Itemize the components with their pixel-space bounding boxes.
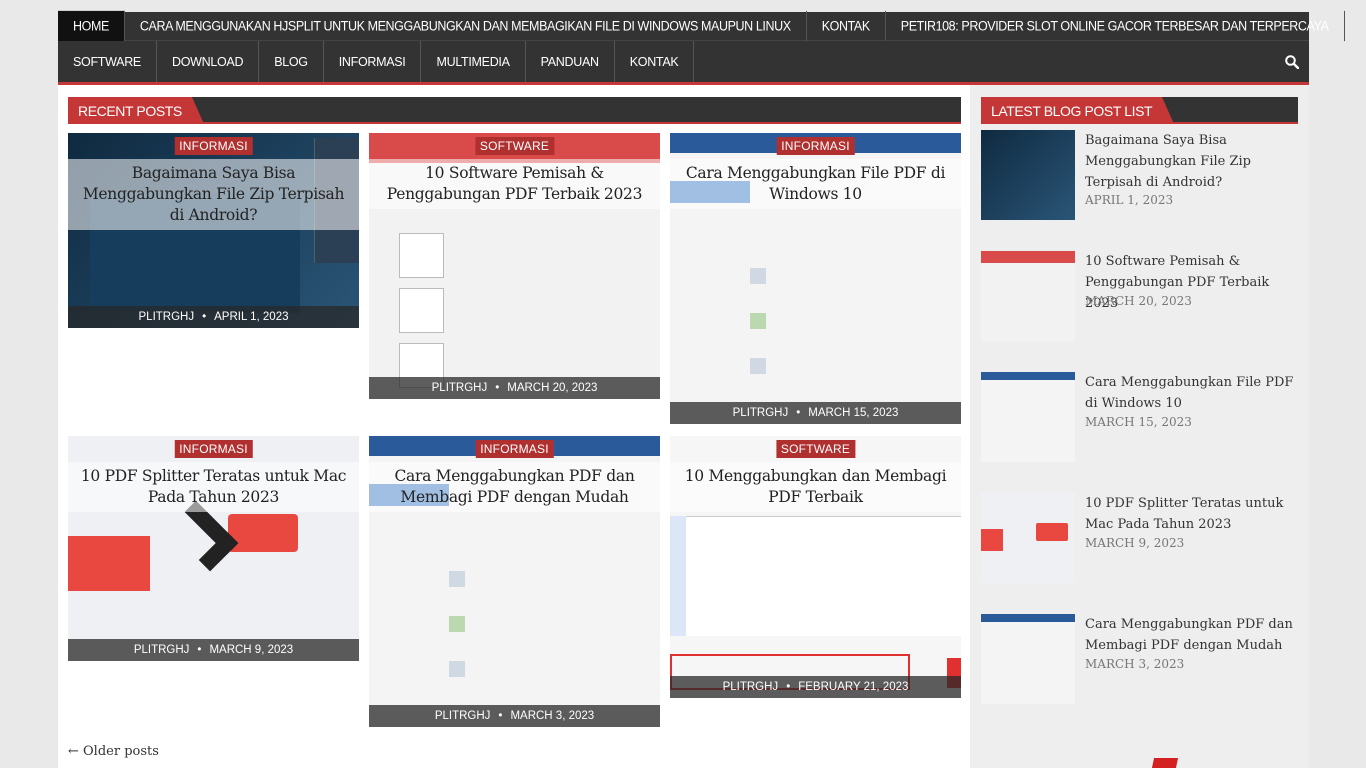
sidebar-post-title[interactable]: Cara Menggabungkan PDF dan Membagi PDF d… [1085, 614, 1300, 656]
post-author[interactable]: PLITRGHJ [139, 311, 195, 323]
sidebar-post-thumbnail[interactable] [981, 372, 1075, 462]
main-navigation: SOFTWARE DOWNLOAD BLOG INFORMASI MULTIME… [58, 41, 1309, 85]
post-date: MARCH 15, 2023 [808, 407, 899, 419]
topnav-petir108[interactable]: PETIR108: PROVIDER SLOT ONLINE GACOR TER… [886, 10, 1345, 42]
post-author[interactable]: PLITRGHJ [733, 407, 789, 419]
nav-multimedia[interactable]: MULTIMEDIA [421, 41, 526, 82]
post-title[interactable]: 10 Software Pemisah & Penggabungan PDF T… [369, 159, 660, 209]
nav-download[interactable]: DOWNLOAD [157, 41, 260, 82]
post-author[interactable]: PLITRGHJ [432, 382, 488, 394]
post-title[interactable]: 10 PDF Splitter Teratas untuk Mac Pada T… [68, 462, 359, 512]
post-category-badge[interactable]: INFORMASI [475, 440, 554, 458]
meta-separator: • [498, 710, 503, 722]
post-title[interactable]: Cara Menggabungkan PDF dan Membagi PDF d… [369, 462, 660, 512]
meta-separator: • [197, 644, 202, 656]
post-date: APRIL 1, 2023 [214, 311, 289, 323]
post-meta: PLITRGHJ • FEBRUARY 21, 2023 [670, 676, 961, 698]
nav-blog[interactable]: BLOG [259, 41, 324, 82]
nav-software[interactable]: SOFTWARE [58, 41, 157, 82]
sidebar-post[interactable]: 10 Software Pemisah & Penggabungan PDF T… [981, 251, 1298, 341]
sidebar-post-title[interactable]: 10 PDF Splitter Teratas untuk Mac Pada T… [1085, 493, 1300, 535]
sidebar-post-date: MARCH 3, 2023 [1085, 657, 1185, 671]
post-category-badge[interactable]: INFORMASI [174, 440, 253, 458]
top-navigation: HOME CARA MENGGUNAKAN HJSPLIT UNTUK MENG… [58, 10, 1345, 42]
post-date: MARCH 20, 2023 [507, 382, 598, 394]
sidebar-post-thumbnail[interactable] [981, 130, 1075, 220]
sidebar: LATEST BLOG POST LIST Bagaimana Saya Bis… [970, 85, 1309, 768]
post-date: FEBRUARY 21, 2023 [798, 681, 909, 693]
post-title[interactable]: 10 Menggabungkan dan Membagi PDF Terbaik [670, 462, 961, 512]
post-card[interactable]: SOFTWARE 10 Software Pemisah & Penggabun… [369, 133, 660, 399]
sidebar-post-thumbnail[interactable] [981, 493, 1075, 583]
sidebar-title: LATEST BLOG POST LIST [981, 97, 1175, 124]
topnav-home[interactable]: HOME [58, 10, 125, 42]
post-card[interactable]: INFORMASI Cara Menggabungkan File PDF di… [670, 133, 961, 424]
nav-informasi[interactable]: INFORMASI [324, 41, 422, 82]
sidebar-post-title[interactable]: Bagaimana Saya Bisa Menggabungkan File Z… [1085, 130, 1300, 193]
search-icon[interactable] [1285, 55, 1299, 69]
sidebar-post-date: MARCH 20, 2023 [1085, 294, 1192, 308]
post-meta: PLITRGHJ • MARCH 3, 2023 [369, 705, 660, 727]
sidebar-post-date: APRIL 1, 2023 [1085, 193, 1174, 207]
sidebar-post-date: MARCH 9, 2023 [1085, 536, 1185, 550]
post-title[interactable]: Cara Menggabungkan File PDF di Windows 1… [670, 159, 961, 209]
post-author[interactable]: PLITRGHJ [134, 644, 190, 656]
meta-separator: • [796, 407, 801, 419]
post-title[interactable]: Bagaimana Saya Bisa Menggabungkan File Z… [68, 159, 359, 230]
meta-separator: • [786, 681, 791, 693]
nav-kontak[interactable]: KONTAK [615, 41, 695, 82]
sidebar-post-date: MARCH 15, 2023 [1085, 415, 1192, 429]
post-category-badge[interactable]: SOFTWARE [775, 440, 856, 458]
post-category-badge[interactable]: INFORMASI [174, 137, 253, 155]
post-meta: PLITRGHJ • MARCH 20, 2023 [369, 377, 660, 399]
sidebar-post[interactable]: Cara Menggabungkan File PDF di Windows 1… [981, 372, 1298, 462]
recent-posts-title: RECENT POSTS [68, 97, 204, 124]
topnav-kontak[interactable]: KONTAK [807, 10, 886, 42]
post-category-badge[interactable]: SOFTWARE [474, 137, 555, 155]
post-card[interactable]: INFORMASI Bagaimana Saya Bisa Menggabung… [68, 133, 359, 328]
post-card[interactable]: INFORMASI Cara Menggabungkan PDF dan Mem… [369, 436, 660, 727]
sidebar-post-thumbnail[interactable] [981, 251, 1075, 341]
post-date: MARCH 9, 2023 [209, 644, 294, 656]
topnav-hjsplit-article[interactable]: CARA MENGGUNAKAN HJSPLIT UNTUK MENGGABUN… [125, 10, 807, 42]
meta-separator: • [495, 382, 500, 394]
older-posts-link[interactable]: ← Older posts [68, 744, 159, 759]
post-author[interactable]: PLITRGHJ [723, 681, 779, 693]
recent-posts-section: RECENT POSTS INFORMASI Bagaimana Saya Bi… [68, 97, 961, 727]
post-card[interactable]: SOFTWARE 10 Menggabungkan dan Membagi PD… [670, 436, 961, 698]
post-meta: PLITRGHJ • APRIL 1, 2023 [68, 306, 359, 328]
post-card[interactable]: INFORMASI 10 PDF Splitter Teratas untuk … [68, 436, 359, 661]
page-wrapper: HOME CARA MENGGUNAKAN HJSPLIT UNTUK MENG… [58, 10, 1345, 768]
sidebar-post-thumbnail[interactable] [981, 614, 1075, 704]
post-meta: PLITRGHJ • MARCH 9, 2023 [68, 639, 359, 661]
sidebar-post-title[interactable]: Cara Menggabungkan File PDF di Windows 1… [1085, 372, 1300, 414]
post-author[interactable]: PLITRGHJ [435, 710, 491, 722]
meta-separator: • [202, 311, 207, 323]
sidebar-post[interactable]: Bagaimana Saya Bisa Menggabungkan File Z… [981, 130, 1298, 220]
post-meta: PLITRGHJ • MARCH 15, 2023 [670, 402, 961, 424]
nav-panduan[interactable]: PANDUAN [526, 41, 615, 82]
recent-posts-header: RECENT POSTS [68, 97, 961, 124]
post-date: MARCH 3, 2023 [510, 710, 595, 722]
sidebar-post[interactable]: 10 PDF Splitter Teratas untuk Mac Pada T… [981, 493, 1298, 583]
post-category-badge[interactable]: INFORMASI [776, 137, 855, 155]
sidebar-banner-fragment [1151, 758, 1179, 768]
sidebar-header: LATEST BLOG POST LIST [981, 97, 1298, 124]
sidebar-post[interactable]: Cara Menggabungkan PDF dan Membagi PDF d… [981, 614, 1298, 704]
